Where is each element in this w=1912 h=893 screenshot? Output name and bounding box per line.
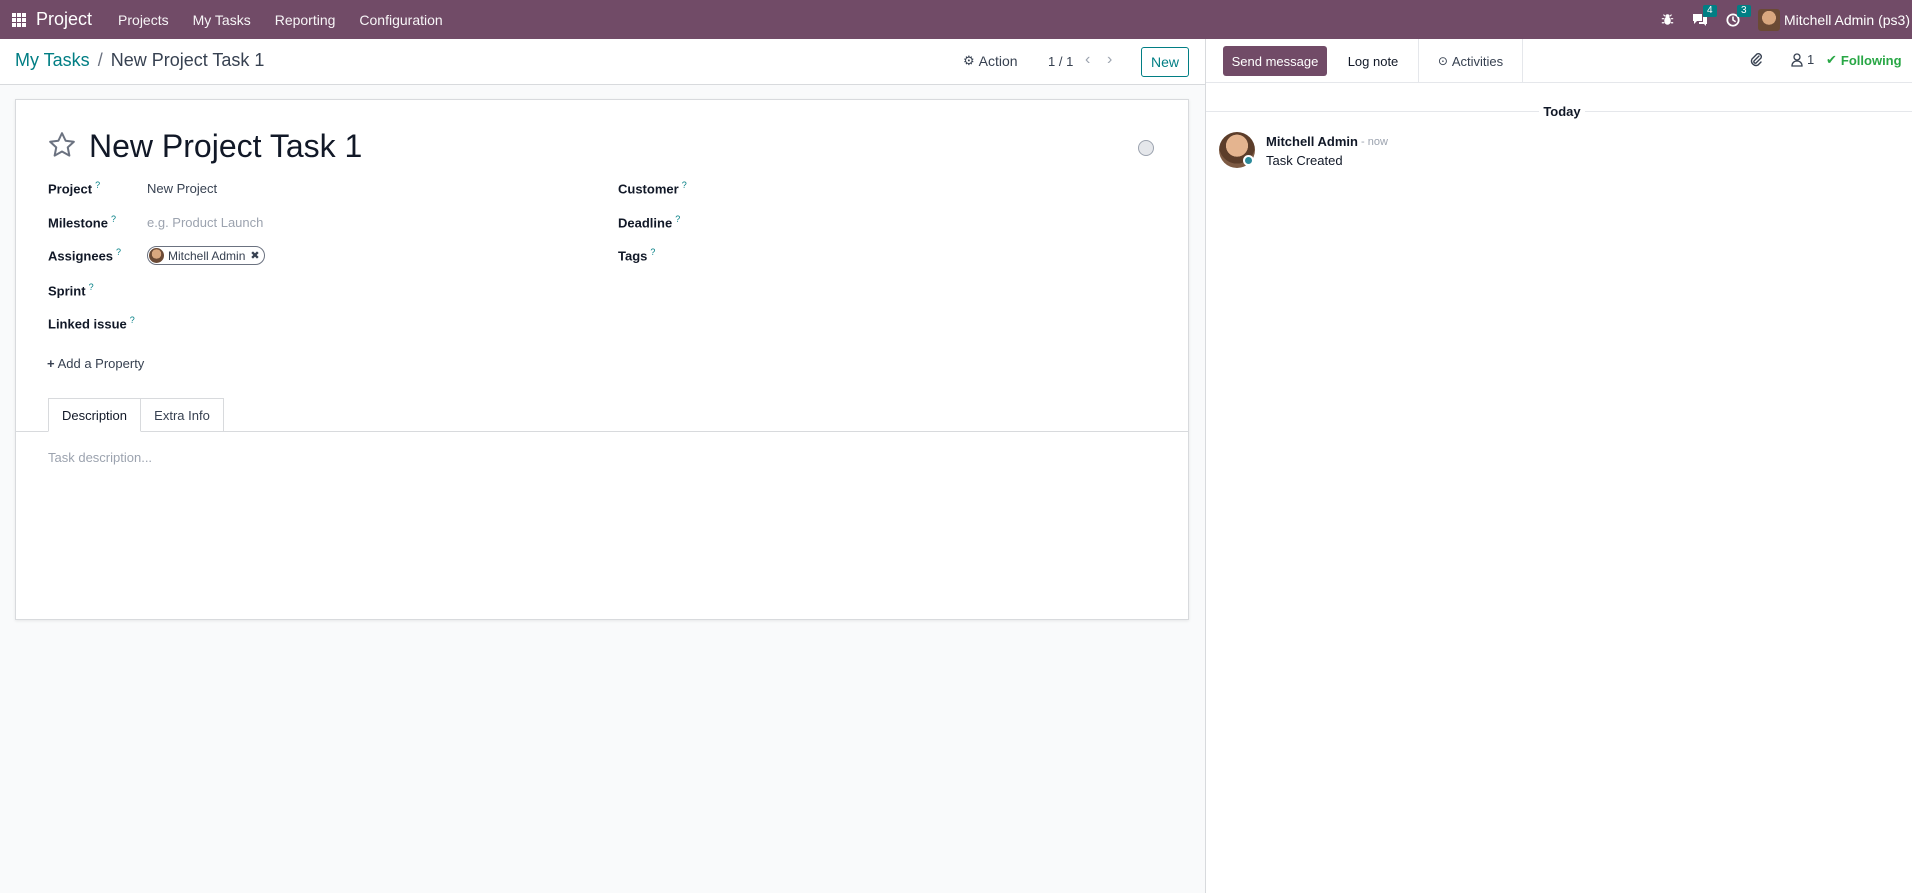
linked-issue-label: Linked issue?	[48, 315, 135, 332]
breadcrumb-my-tasks[interactable]: My Tasks	[15, 50, 90, 71]
project-label: Project?	[48, 180, 101, 197]
main-menu: Projects My Tasks Reporting Configuratio…	[106, 12, 455, 28]
check-icon: ✔	[1826, 52, 1837, 67]
clock-icon: ⊙	[1437, 54, 1448, 68]
task-state-button[interactable]	[1138, 140, 1154, 156]
message-body: Task Created	[1266, 153, 1343, 168]
action-menu-button[interactable]: ⚙ Action	[963, 53, 1018, 69]
menu-item-projects[interactable]: Projects	[106, 12, 181, 28]
gear-icon: ⚙	[963, 53, 975, 68]
chatter-panel: Send message Log note ⊙ Activities 1 ✔ F…	[1205, 39, 1912, 893]
breadcrumb-current: New Project Task 1	[110, 50, 265, 70]
user-menu[interactable]: Mitchell Admin (ps3)	[1757, 8, 1910, 31]
customer-label: Customer?	[618, 180, 687, 197]
messages-badge: 4	[1702, 4, 1717, 17]
separator-line-right	[1585, 111, 1912, 112]
assignee-avatar	[149, 248, 164, 263]
log-note-button[interactable]: Log note	[1328, 39, 1418, 83]
user-icon	[1791, 52, 1803, 67]
activities-label: Activities	[1451, 53, 1504, 69]
following-button[interactable]: ✔ Following	[1826, 52, 1902, 68]
user-avatar	[1757, 8, 1780, 31]
followers-count: 1	[1807, 52, 1815, 67]
user-name: Mitchell Admin (ps3)	[1783, 11, 1910, 28]
notebook-tabs: Description Extra Info	[16, 398, 1188, 432]
form-sheet: New Project Task 1 Project? New Project …	[15, 99, 1189, 620]
chatter-topbar: Send message Log note ⊙ Activities 1 ✔ F…	[1206, 39, 1912, 83]
pager-value[interactable]: 1 / 1	[1048, 54, 1073, 69]
activities-button[interactable]: ⊙ Activities	[1418, 39, 1523, 83]
date-separator: Today	[1206, 104, 1912, 119]
new-button[interactable]: New	[1141, 47, 1189, 77]
project-field[interactable]: New Project	[147, 181, 217, 196]
menu-item-configuration[interactable]: Configuration	[347, 12, 454, 28]
menu-item-reporting[interactable]: Reporting	[263, 12, 348, 28]
paperclip-icon[interactable]	[1749, 52, 1763, 68]
task-title-input[interactable]: New Project Task 1	[89, 128, 362, 165]
control-panel: My Tasks / New Project Task 1 ⚙ Action 1…	[0, 39, 1205, 85]
sprint-label: Sprint?	[48, 282, 94, 299]
deadline-label: Deadline?	[618, 214, 681, 231]
navbar-systray: 4 3 Mitchell Admin (ps3)	[1661, 0, 1912, 39]
tab-extra-info[interactable]: Extra Info	[141, 398, 224, 432]
star-icon[interactable]	[47, 130, 77, 160]
chevron-left-icon[interactable]: ‹	[1085, 51, 1090, 69]
message-author[interactable]: Mitchell Admin	[1266, 134, 1358, 149]
breadcrumb-separator: /	[97, 50, 103, 70]
assignee-name: Mitchell Admin	[168, 248, 246, 263]
tags-label: Tags?	[618, 247, 656, 264]
following-label: Following	[1840, 52, 1902, 68]
breadcrumb: My Tasks / New Project Task 1	[15, 50, 264, 71]
assignee-tag[interactable]: Mitchell Admin ✖	[147, 246, 265, 265]
add-property-button[interactable]: + Add a Property	[47, 356, 144, 371]
date-label: Today	[1539, 104, 1585, 119]
bug-icon	[1661, 14, 1674, 25]
add-property-label: Add a Property	[57, 356, 145, 371]
assignees-label: Assignees?	[48, 247, 122, 264]
app-brand[interactable]: Project	[36, 9, 92, 30]
plus-icon: +	[47, 356, 55, 371]
separator-line-left	[1206, 111, 1539, 112]
activity-menu[interactable]: 3	[1726, 4, 1751, 27]
debug-menu[interactable]	[1661, 13, 1674, 26]
action-label: Action	[978, 53, 1018, 69]
description-editor[interactable]: Task description...	[48, 450, 152, 465]
apps-menu-icon[interactable]	[12, 12, 26, 27]
milestone-label: Milestone?	[48, 214, 116, 231]
remove-icon[interactable]: ✖	[250, 249, 259, 262]
menu-item-my-tasks[interactable]: My Tasks	[181, 12, 263, 28]
followers-button[interactable]: 1	[1791, 52, 1814, 67]
messaging-menu[interactable]: 4	[1692, 4, 1717, 27]
top-navbar: Project Projects My Tasks Reporting Conf…	[0, 0, 1912, 39]
tab-description[interactable]: Description	[48, 398, 141, 432]
chevron-right-icon[interactable]: ›	[1107, 51, 1112, 69]
activities-badge: 3	[1736, 4, 1751, 17]
online-status-icon	[1243, 155, 1254, 166]
send-message-button[interactable]: Send message	[1223, 46, 1327, 76]
milestone-field[interactable]: e.g. Product Launch	[147, 215, 263, 230]
message-time: - now	[1361, 136, 1388, 148]
